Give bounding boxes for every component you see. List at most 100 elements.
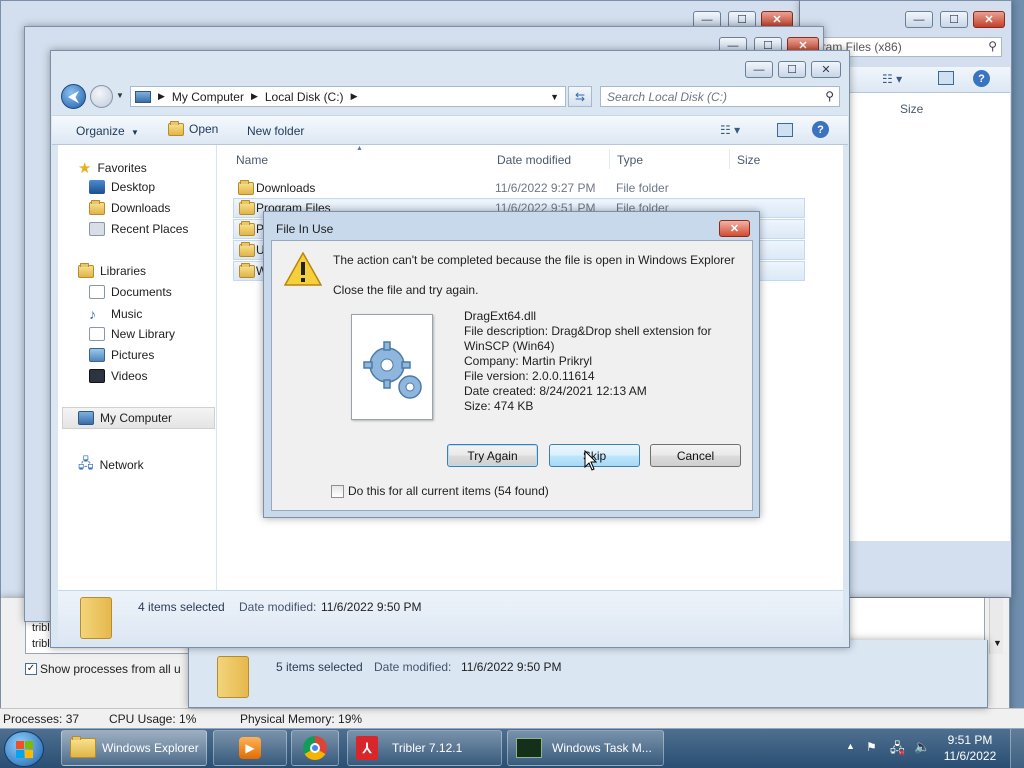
minimize-button[interactable]: — <box>745 61 773 78</box>
nav-recent-places-label: Recent Places <box>111 222 189 236</box>
start-button[interactable] <box>4 731 44 767</box>
taskbar-task-manager[interactable]: Windows Task M... <box>507 730 664 766</box>
breadcrumb-my-computer[interactable]: My Computer <box>172 90 244 104</box>
process-row[interactable]: tribl <box>32 622 50 634</box>
maximize-button[interactable]: ☐ <box>940 11 968 28</box>
cancel-button[interactable]: Cancel <box>650 444 741 467</box>
column-size[interactable]: Size <box>737 153 760 167</box>
taskbar-media-player[interactable]: ▶ <box>213 730 287 766</box>
scrollbar[interactable]: ▼ <box>989 598 1003 654</box>
nav-my-computer-label: My Computer <box>100 411 173 425</box>
chrome-icon <box>303 736 327 760</box>
organize-label: Organize <box>76 124 125 138</box>
taskbar-explorer-label: Windows Explorer <box>102 741 199 755</box>
library-icon <box>89 327 105 341</box>
desktop-icon <box>89 180 105 194</box>
nav-pictures[interactable]: Pictures <box>89 348 154 362</box>
clock[interactable]: 9:51 PM 11/6/2022 <box>936 732 1004 764</box>
checkbox-checked-icon[interactable]: ✓ <box>25 663 37 675</box>
taskbar-task-manager-label: Windows Task M... <box>552 741 652 755</box>
help-icon[interactable]: ? <box>812 121 829 138</box>
file-name: DragExt64.dll <box>464 309 537 323</box>
minimize-button[interactable]: — <box>905 11 933 28</box>
close-button[interactable]: ✕ <box>973 11 1005 28</box>
refresh-button[interactable]: ⇆ <box>568 86 592 107</box>
column-divider[interactable] <box>729 149 730 169</box>
nav-my-computer[interactable]: My Computer <box>62 407 215 429</box>
address-bar[interactable]: ▶ My Computer ▶ Local Disk (C:) ▶ ▼ <box>130 86 566 107</box>
show-all-label: Show processes from all u <box>40 662 181 676</box>
maximize-button[interactable]: ☐ <box>778 61 806 78</box>
nav-videos[interactable]: Videos <box>89 369 147 383</box>
nav-documents[interactable]: Documents <box>89 285 172 299</box>
address-dropdown-icon[interactable]: ▼ <box>550 92 559 102</box>
taskbar-tribler[interactable]: ⅄ Tribler 7.12.1 <box>347 730 502 766</box>
process-row[interactable]: tribl <box>32 638 50 650</box>
preview-pane-icon[interactable] <box>938 71 954 85</box>
nav-libraries-label: Libraries <box>100 264 147 278</box>
organize-button[interactable]: Organize ▼ <box>76 124 139 138</box>
breadcrumb-separator-icon[interactable]: ▶ <box>351 91 358 102</box>
status-date-value: 11/6/2022 9:50 PM <box>321 600 422 614</box>
nav-music-label: Music <box>111 307 143 321</box>
nav-videos-label: Videos <box>111 369 148 383</box>
file-row[interactable]: Downloads 11/6/2022 9:27 PM File folder <box>233 178 805 198</box>
open-button[interactable]: Open <box>168 120 218 136</box>
view-icon[interactable]: ☷ ▾ <box>882 72 902 86</box>
nav-music[interactable]: ♪ Music <box>89 306 142 322</box>
new-folder-label: New folder <box>247 124 305 138</box>
checkbox-box[interactable] <box>331 484 344 498</box>
nav-network[interactable]: 🖧 Network <box>78 453 144 477</box>
recent-pages-chevron-icon[interactable]: ▼ <box>116 91 124 100</box>
taskbar-chrome[interactable] <box>291 730 339 766</box>
nav-network-label: Network <box>99 458 144 472</box>
close-button[interactable]: ✕ <box>811 61 841 78</box>
taskbar-windows-explorer[interactable]: Windows Explorer <box>61 730 207 766</box>
nav-recent-places[interactable]: Recent Places <box>89 222 188 236</box>
breadcrumb-separator-icon[interactable]: ▶ <box>251 91 258 102</box>
show-hidden-icons-icon[interactable]: ▲ <box>846 741 855 751</box>
search-input[interactable]: Search Local Disk (C:) ⚲ <box>600 86 840 107</box>
nav-desktop[interactable]: Desktop <box>89 180 155 194</box>
back-button[interactable]: ⮜ <box>61 84 86 109</box>
action-center-icon[interactable]: ⚑ <box>866 740 877 754</box>
media-player-icon: ▶ <box>239 737 261 759</box>
show-desktop-button[interactable] <box>1010 729 1024 768</box>
dialog-close-button[interactable]: ✕ <box>719 220 750 237</box>
show-all-processes-checkbox[interactable]: ✓ Show processes from all u <box>25 662 181 676</box>
change-view-icon[interactable]: ☷ ▾ <box>720 123 740 137</box>
selection-folder-icon <box>80 597 112 639</box>
help-icon[interactable]: ? <box>973 70 990 87</box>
column-type[interactable]: Type <box>617 153 643 167</box>
breadcrumb-local-disk[interactable]: Local Disk (C:) <box>265 90 344 104</box>
column-name[interactable]: Name <box>236 153 268 167</box>
cpu-usage: CPU Usage: 1% <box>109 711 197 726</box>
volume-icon[interactable]: 🔈 <box>914 739 930 755</box>
nav-new-library[interactable]: New Library <box>89 327 175 341</box>
breadcrumb-separator-icon[interactable]: ▶ <box>158 91 165 102</box>
column-date-modified[interactable]: Date modified <box>497 153 571 167</box>
status-date-value: 11/6/2022 9:50 PM <box>461 660 562 674</box>
try-again-label: Try Again <box>467 448 518 463</box>
file-date-created: Date created: 8/24/2021 12:13 AM <box>464 384 647 398</box>
cancel-label: Cancel <box>676 448 715 463</box>
dialog-body: The action can't be completed because th… <box>271 240 753 511</box>
music-icon: ♪ <box>89 306 96 322</box>
column-size[interactable]: Size <box>900 102 923 116</box>
apply-to-all-checkbox[interactable]: Do this for all current items (54 found) <box>331 484 549 498</box>
videos-icon <box>89 369 105 383</box>
preview-pane-icon[interactable] <box>777 123 793 137</box>
new-folder-button[interactable]: New folder <box>247 124 304 138</box>
taskbar-tribler-label: Tribler 7.12.1 <box>392 741 463 755</box>
try-again-button[interactable]: Try Again <box>447 444 538 467</box>
forward-button[interactable] <box>90 85 113 108</box>
details-pane: 4 items selected Date modified: 11/6/202… <box>58 590 843 643</box>
column-divider[interactable] <box>609 149 610 169</box>
sort-indicator-icon: ▲ <box>356 145 363 152</box>
nav-libraries[interactable]: Libraries <box>78 262 147 278</box>
folder-icon <box>239 262 255 278</box>
nav-downloads[interactable]: Downloads <box>89 199 170 215</box>
apply-to-all-label: Do this for all current items (54 found) <box>348 484 549 498</box>
nav-favorites[interactable]: ★ Favorites <box>78 159 147 177</box>
scroll-down-icon[interactable]: ▼ <box>993 638 1002 648</box>
